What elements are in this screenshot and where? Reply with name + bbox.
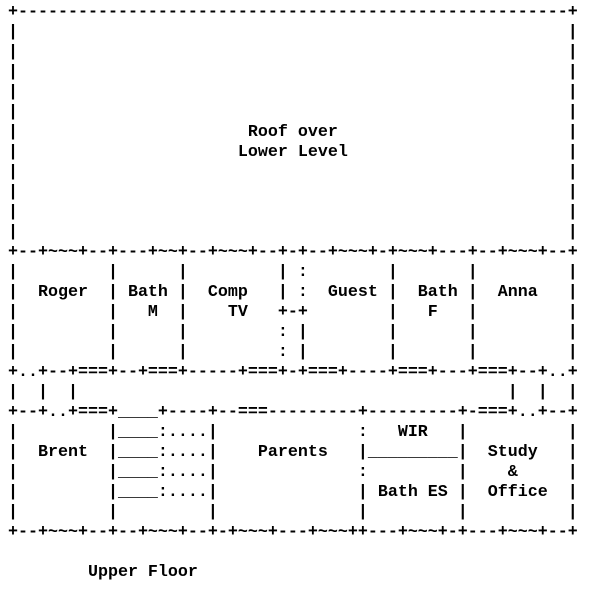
hallway-top-wall: +..+--+===+--+===+-----+===+-+===+----+=… [8, 363, 578, 382]
north-rooms-line: | | | : | | | | [8, 343, 578, 362]
south-rooms-labels: | |____:....| : | & | [8, 463, 578, 482]
plan-line: | | [8, 183, 578, 202]
north-rooms-labels: | Roger | Bath | Comp | : Guest | Bath |… [8, 283, 578, 302]
plan-line: | | [8, 223, 578, 242]
roof-label-line: | Roof over | [8, 123, 578, 142]
north-rooms-line: | | | | : | | | [8, 263, 578, 282]
plan-line: | | [8, 63, 578, 82]
south-rooms-labels: | Brent |____:....| Parents |_________| … [8, 443, 578, 462]
floor-plan-ascii: +---------------------------------------… [8, 3, 578, 583]
plan-line: | | [8, 163, 578, 182]
plan-line-top-border: +---------------------------------------… [8, 3, 578, 22]
plan-line: | | [8, 83, 578, 102]
floor-title: Upper Floor [8, 563, 198, 582]
hallway-line: | | | | | | [8, 383, 578, 402]
north-rooms-line: | | | : | | | | [8, 323, 578, 342]
south-rooms-line: | | | | | | [8, 503, 578, 522]
bottom-wall: +--+~~~+--+--+~~~+--+-+~~~+---+~~~++---+… [8, 523, 578, 542]
north-rooms-top-wall: +--+~~~+--+---+~~+--+~~~+--+-+--+~~~+-+~… [8, 243, 578, 262]
plan-line: | | [8, 43, 578, 62]
north-rooms-labels: | | M | TV +-+ | F | | [8, 303, 578, 322]
plan-line: | | [8, 23, 578, 42]
south-rooms-labels: | |____:....| : WIR | | [8, 423, 578, 442]
south-rooms-labels: | |____:....| | Bath ES | Office | [8, 483, 578, 502]
plan-line: | | [8, 103, 578, 122]
plan-line: | | [8, 203, 578, 222]
roof-label-line: | Lower Level | [8, 143, 578, 162]
hallway-bottom-wall: +--+..+===+____+----+--===---------+----… [8, 403, 578, 422]
